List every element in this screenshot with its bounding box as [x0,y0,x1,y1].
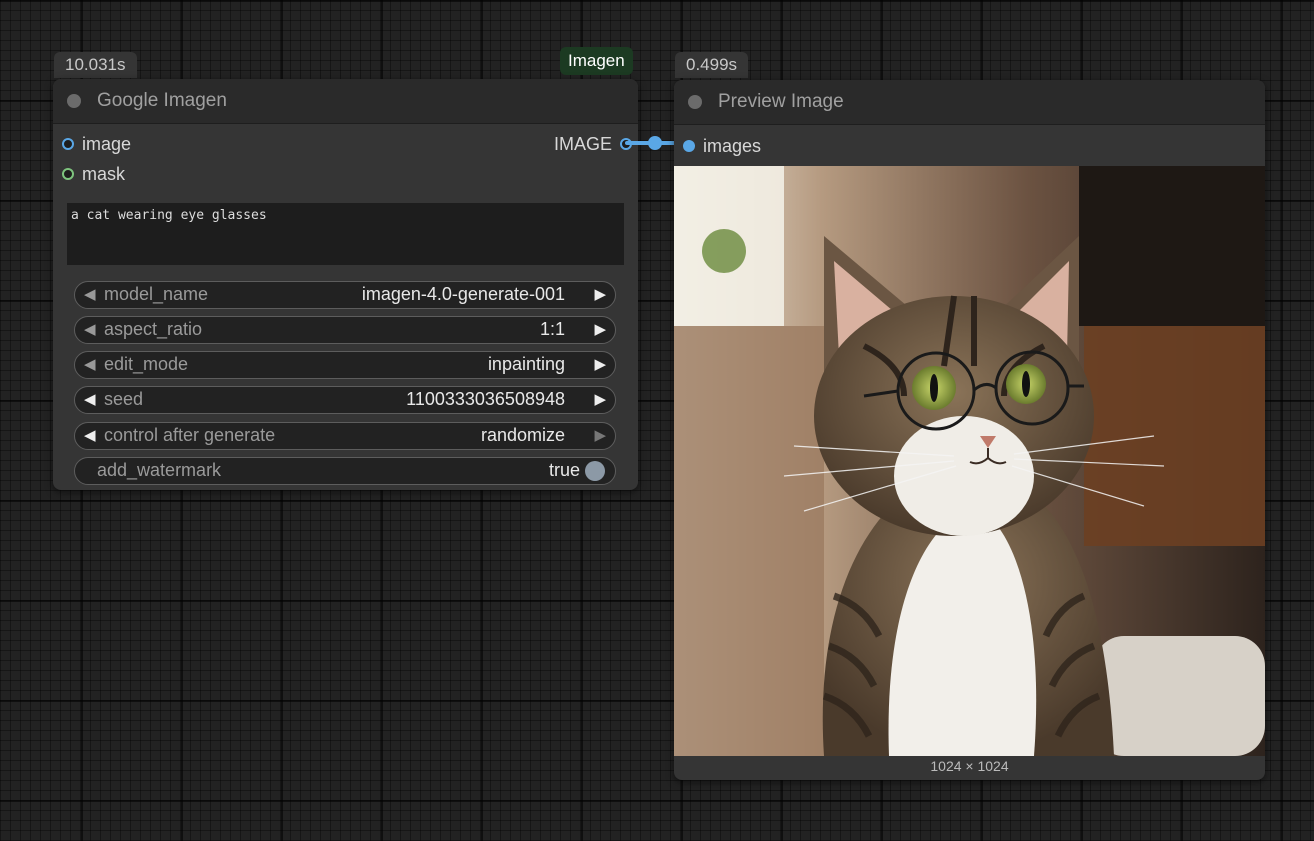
output-slot-image[interactable]: IMAGE [554,133,632,155]
seed-number-field[interactable]: ◀ seed 1100333036508948 ▶ [74,386,616,414]
toggle-knob-icon[interactable] [585,461,605,481]
widget-label: aspect_ratio [104,319,203,339]
widget-value: imagen-4.0-generate-001 [361,284,565,304]
widget-label: edit_mode [104,354,189,374]
collapse-dot-icon[interactable] [688,95,702,109]
widget-value: randomize [480,425,565,445]
preview-image[interactable] [674,166,1265,756]
decrement-arrow-icon[interactable]: ◀ [84,285,96,303]
link-midpoint-icon[interactable] [648,136,662,150]
slot-dot-icon [62,138,74,150]
slot-dot-icon [62,168,74,180]
edit-mode-combo[interactable]: ◀ edit_mode inpainting ▶ [74,351,616,379]
decrement-arrow-icon[interactable]: ◀ [84,355,96,373]
slot-label: IMAGE [554,134,613,154]
widget-value: 1:1 [539,319,565,339]
decrement-arrow-icon[interactable]: ◀ [84,320,96,338]
aspect-ratio-combo[interactable]: ◀ aspect_ratio 1:1 ▶ [74,316,616,344]
input-slot-image[interactable]: image [61,133,131,155]
increment-arrow-icon[interactable]: ▶ [594,285,606,303]
widget-value: inpainting [487,354,565,374]
widget-value: true [548,460,580,480]
cat-photo [674,166,1265,756]
increment-arrow-icon[interactable]: ▶ [594,320,606,338]
control-after-generate-combo[interactable]: ◀ control after generate randomize ▶ [74,422,616,450]
input-slot-images[interactable]: images [682,135,761,157]
widget-value: 1100333036508948 [406,389,565,409]
google-imagen-node[interactable]: Google Imagen image mask IMAGE a cat wea… [53,79,638,490]
image-dimensions-label: 1024 × 1024 [930,758,1009,774]
decrement-arrow-icon[interactable]: ◀ [84,390,96,408]
decrement-arrow-icon[interactable]: ◀ [84,426,96,444]
widget-label: add_watermark [97,460,222,480]
collapse-dot-icon[interactable] [67,94,81,108]
add-watermark-toggle[interactable]: add_watermark true [74,457,616,485]
prompt-textarea[interactable]: a cat wearing eye glasses [67,203,624,265]
increment-arrow-icon[interactable]: ▶ [594,390,606,408]
execution-time-badge: 10.031s [54,52,137,78]
node-title: Google Imagen [97,90,227,111]
input-slot-mask[interactable]: mask [61,163,125,185]
preview-image-node[interactable]: Preview Image images 1024 × 1024 [674,80,1265,780]
increment-arrow-icon[interactable]: ▶ [594,355,606,373]
widget-label: model_name [104,284,209,304]
group-label[interactable]: Imagen [560,47,633,75]
node-header[interactable]: Google Imagen [53,79,638,124]
node-title: Preview Image [718,91,844,112]
node-header[interactable]: Preview Image [674,80,1265,125]
model-name-combo[interactable]: ◀ model_name imagen-4.0-generate-001 ▶ [74,281,616,309]
widget-label: control after generate [104,425,276,445]
widget-label: seed [104,389,144,409]
increment-arrow-icon[interactable]: ▶ [594,426,606,444]
execution-time-badge: 0.499s [675,52,749,78]
slot-dot-icon [683,140,695,152]
